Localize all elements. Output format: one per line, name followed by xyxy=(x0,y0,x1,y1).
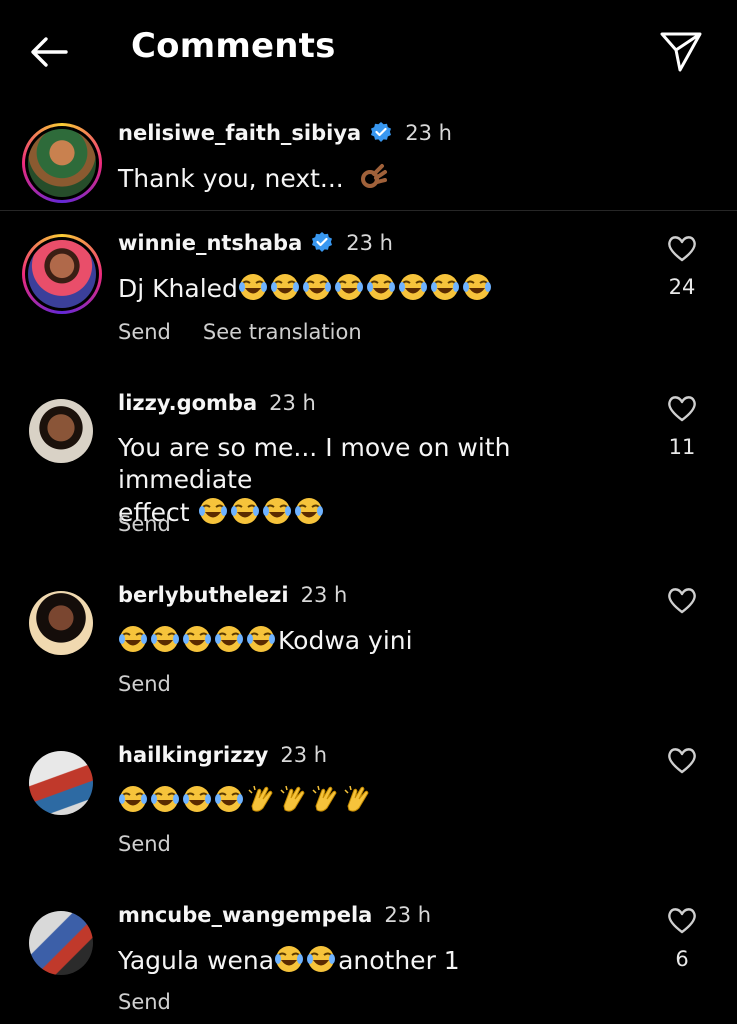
username[interactable]: nelisiwe_faith_sibiya xyxy=(118,121,361,145)
laughing-tears-emoji-icon xyxy=(270,272,300,302)
comment-actions: Send xyxy=(118,990,171,1014)
avatar[interactable] xyxy=(29,399,93,463)
comment-text-content: Dj Khaled xyxy=(118,274,238,303)
comment-text-content: another 1 xyxy=(338,946,460,975)
send-button[interactable]: Send xyxy=(118,832,171,856)
send-button[interactable]: Send xyxy=(118,990,171,1014)
header-bar: Comments xyxy=(0,0,737,100)
clapping-hands-emoji-icon xyxy=(246,784,276,814)
like-count[interactable]: 11 xyxy=(640,435,724,459)
laughing-tears-emoji-icon xyxy=(366,272,396,302)
timestamp: 23 h xyxy=(405,121,452,145)
laughing-tears-emoji-icon xyxy=(302,272,332,302)
comment-text-content: Kodwa yini xyxy=(278,626,413,655)
comment-header: hailkingrizzy 23 h xyxy=(118,743,327,767)
comment-text-content: Thank you, next... xyxy=(118,164,344,193)
comment-text xyxy=(118,784,638,817)
laughing-tears-emoji-icon xyxy=(118,784,148,814)
heart-icon[interactable] xyxy=(666,905,698,935)
comment-text: Yagula wena another 1 xyxy=(118,944,638,977)
heart-icon[interactable] xyxy=(666,393,698,423)
laughing-tears-emoji-icon xyxy=(198,496,228,526)
comment-actions: Send xyxy=(118,672,171,696)
laughing-tears-emoji-icon xyxy=(398,272,428,302)
laughing-tears-emoji-icon xyxy=(214,784,244,814)
comment-text-line: You are so me... I move on with immediat… xyxy=(118,433,511,494)
timestamp: 23 h xyxy=(269,391,316,415)
username[interactable]: lizzy.gomba xyxy=(118,391,257,415)
timestamp: 23 h xyxy=(280,743,328,767)
avatar[interactable] xyxy=(29,751,93,815)
arrow-left-icon[interactable] xyxy=(28,30,72,74)
username[interactable]: winnie_ntshaba xyxy=(118,231,302,255)
comment-header: nelisiwe_faith_sibiya 23 h xyxy=(118,121,452,145)
timestamp: 23 h xyxy=(346,231,393,255)
avatar[interactable] xyxy=(22,123,102,203)
laughing-tears-emoji-icon xyxy=(182,624,212,654)
heart-icon[interactable] xyxy=(666,585,698,615)
heart-icon[interactable] xyxy=(666,745,698,775)
clapping-hands-emoji-icon xyxy=(342,784,372,814)
comment-text: You are so me... I move on with immediat… xyxy=(118,432,638,529)
laughing-tears-emoji-icon xyxy=(214,624,244,654)
see-translation-button[interactable]: See translation xyxy=(203,320,362,344)
username[interactable]: hailkingrizzy xyxy=(118,743,268,767)
paper-plane-icon[interactable] xyxy=(658,28,704,74)
divider xyxy=(0,210,737,211)
send-button[interactable]: Send xyxy=(118,320,171,344)
laughing-tears-emoji-icon xyxy=(230,496,260,526)
comment-actions: Send xyxy=(118,832,171,856)
comment-actions: Send See translation xyxy=(118,320,362,344)
laughing-tears-emoji-icon xyxy=(238,272,268,302)
username[interactable]: mncube_wangempela xyxy=(118,903,372,927)
timestamp: 23 h xyxy=(384,903,432,927)
verified-badge-icon xyxy=(310,231,334,255)
page-title: Comments xyxy=(131,26,336,66)
laughing-tears-emoji-icon xyxy=(334,272,364,302)
like-count[interactable]: 24 xyxy=(640,275,724,299)
clapping-hands-emoji-icon xyxy=(278,784,308,814)
verified-badge-icon xyxy=(369,121,393,145)
laughing-tears-emoji-icon xyxy=(182,784,212,814)
comment-header: berlybuthelezi 23 h xyxy=(118,583,347,607)
laughing-tears-emoji-icon xyxy=(150,624,180,654)
laughing-tears-emoji-icon xyxy=(306,944,336,974)
comment-header: lizzy.gomba 23 h xyxy=(118,391,316,415)
laughing-tears-emoji-icon xyxy=(462,272,492,302)
comment-header: winnie_ntshaba 23 h xyxy=(118,231,393,255)
like-count[interactable]: 6 xyxy=(640,947,724,971)
send-button[interactable]: Send xyxy=(118,672,171,696)
laughing-tears-emoji-icon xyxy=(274,944,304,974)
avatar[interactable] xyxy=(29,911,93,975)
comment-text: Kodwa yini xyxy=(118,624,638,657)
laughing-tears-emoji-icon xyxy=(150,784,180,814)
comment-text: Thank you, next... xyxy=(118,162,638,195)
comment-header: mncube_wangempela 23 h xyxy=(118,903,431,927)
comment-actions: Send xyxy=(118,512,171,536)
send-button[interactable]: Send xyxy=(118,512,171,536)
username[interactable]: berlybuthelezi xyxy=(118,583,289,607)
comment-text-content: Yagula wena xyxy=(118,946,275,975)
avatar[interactable] xyxy=(22,234,102,314)
comment-text: Dj Khaled xyxy=(118,272,638,305)
ok-hand-emoji-icon xyxy=(358,162,388,192)
clapping-hands-emoji-icon xyxy=(310,784,340,814)
heart-icon[interactable] xyxy=(666,233,698,263)
timestamp: 23 h xyxy=(300,583,348,607)
laughing-tears-emoji-icon xyxy=(262,496,292,526)
laughing-tears-emoji-icon xyxy=(118,624,148,654)
laughing-tears-emoji-icon xyxy=(294,496,324,526)
laughing-tears-emoji-icon xyxy=(430,272,460,302)
avatar[interactable] xyxy=(29,591,93,655)
laughing-tears-emoji-icon xyxy=(246,624,276,654)
